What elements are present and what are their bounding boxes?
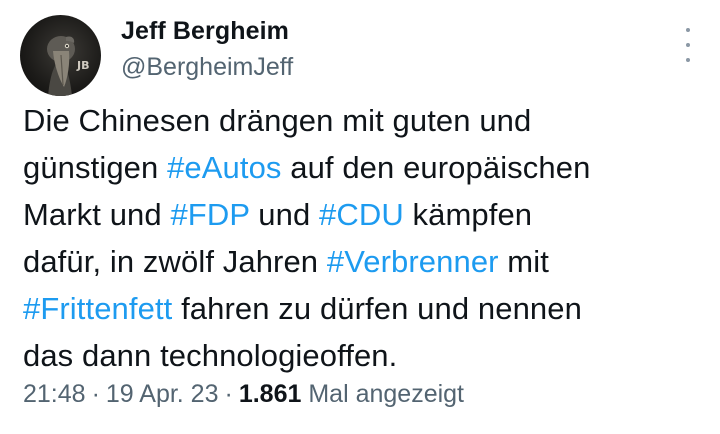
hashtag-link[interactable]: #eAutos [167,150,281,185]
hashtag-link[interactable]: #CDU [319,197,404,232]
avatar[interactable]: JB [20,15,101,96]
more-options-icon [686,28,690,32]
tweet-text-segment: das dann technologieoffen. [23,338,398,373]
tweet-text-segment: günstigen [23,150,168,185]
tweet-time[interactable]: 21:48 [23,380,86,408]
tweet-text-segment: fahren zu dürfen und nennen [172,291,582,326]
separator: · [91,380,100,408]
more-options-button[interactable] [676,28,700,62]
more-options-icon [686,58,690,62]
tweet-meta: 21:48 · 19 Apr. 23 · 1.861 Mal angezeigt [23,380,464,409]
views-count: 1.861 [238,380,302,408]
author-handle[interactable]: @BergheimJeff [121,53,293,82]
tweet-text-segment: Markt und [23,197,171,232]
hashtag-link[interactable]: #Verbrenner [327,244,499,279]
shoebill-bird-icon [47,36,75,96]
author-name[interactable]: Jeff Bergheim [121,17,289,46]
tweet: JB Jeff Bergheim @BergheimJeff Die Chine… [0,0,720,434]
separator: · [224,380,233,408]
more-options-icon [686,43,690,47]
tweet-text-segment: und [249,197,319,232]
tweet-text-line: günstigen #eAutos auf den europäischen [23,144,713,191]
tweet-text-segment: mit [498,244,549,279]
views-label: Mal angezeigt [308,380,464,408]
tweet-text-segment: auf den europäischen [281,150,591,185]
tweet-text-line: Die Chinesen drängen mit guten und [23,97,713,144]
hashtag-link[interactable]: #Frittenfett [23,291,172,326]
avatar-badge: JB [77,59,90,72]
tweet-text-segment: Die Chinesen drängen mit guten und [23,103,532,138]
tweet-text-segment: dafür, in zwölf Jahren [23,244,327,279]
hashtag-link[interactable]: #FDP [170,197,249,232]
tweet-text-line: das dann technologieoffen. [23,332,713,379]
tweet-text-line: Markt und #FDP und #CDU kämpfen [23,191,713,238]
tweet-text: Die Chinesen drängen mit guten und günsti… [23,97,713,379]
tweet-text-line: dafür, in zwölf Jahren #Verbrenner mit [23,238,713,285]
tweet-date[interactable]: 19 Apr. 23 [106,380,219,408]
tweet-text-line: #Frittenfett fahren zu dürfen und nennen [23,285,713,332]
tweet-text-segment: kämpfen [403,197,533,232]
